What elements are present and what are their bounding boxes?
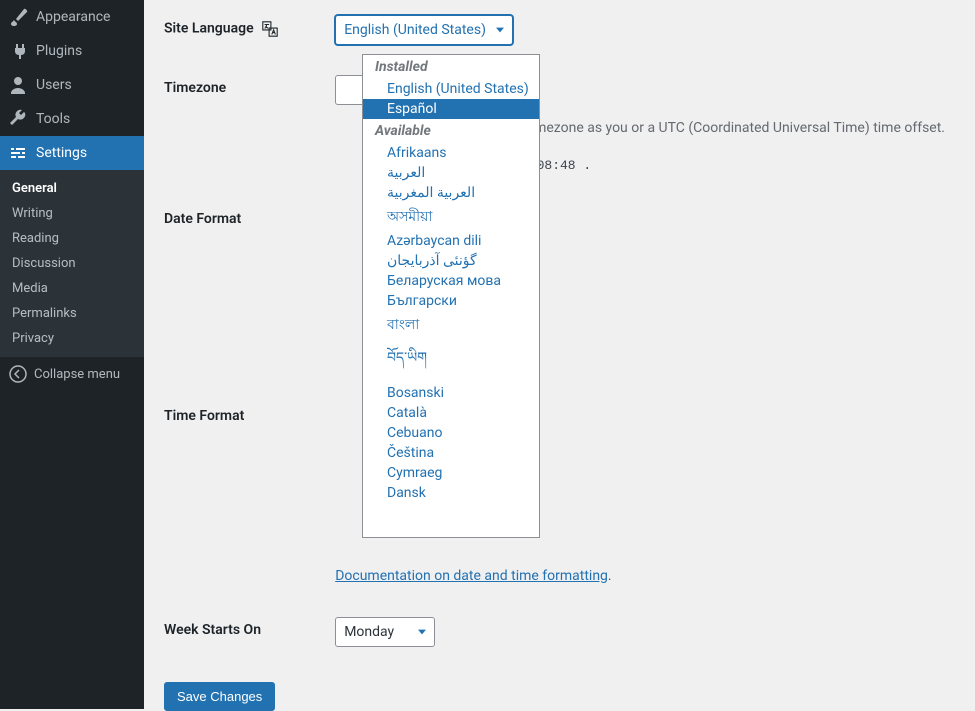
site-language-listbox-scroll[interactable]: InstalledEnglish (United States)EspañolA… [363, 55, 539, 537]
language-option[interactable]: অসমীয়া [363, 203, 539, 231]
language-option[interactable]: Cymraeg [363, 463, 539, 483]
language-option[interactable]: བོད་ཡིག [363, 339, 539, 383]
language-option[interactable]: العربية المغربية [363, 183, 539, 203]
settings-submenu: GeneralWritingReadingDiscussionMediaPerm… [0, 170, 144, 357]
collapse-label: Collapse menu [34, 367, 120, 382]
language-option[interactable]: Azərbaycan dili [363, 231, 539, 251]
sidebar-item-plugins[interactable]: Plugins [0, 34, 144, 68]
label-timezone: Timezone [164, 80, 226, 96]
translate-icon [261, 20, 279, 38]
language-optgroup: Installed [363, 55, 539, 79]
label-date-format: Date Format [164, 211, 241, 227]
date-time-docs-link[interactable]: Documentation on date and time formattin… [335, 568, 608, 584]
language-option[interactable]: বাংলা [363, 311, 539, 339]
language-option[interactable]: Cebuano [363, 423, 539, 443]
language-option[interactable]: العربية [363, 163, 539, 183]
collapse-icon [8, 364, 28, 384]
sidebar-item-settings[interactable]: Settings [0, 136, 144, 170]
collapse-menu[interactable]: Collapse menu [0, 357, 144, 391]
language-option[interactable]: Español [363, 99, 539, 119]
submenu-item[interactable]: Reading [0, 226, 144, 251]
label-time-format: Time Format [164, 408, 244, 424]
sidebar-item-label: Settings [36, 145, 87, 161]
sidebar-item-tools[interactable]: Tools [0, 102, 144, 136]
plug-icon [8, 41, 28, 61]
language-option[interactable]: Afrikaans [363, 143, 539, 163]
week-starts-select[interactable]: Monday [335, 617, 435, 647]
wrench-icon [8, 109, 28, 129]
language-option[interactable]: Čeština [363, 443, 539, 463]
sidebar-item-users[interactable]: Users [0, 68, 144, 102]
language-optgroup: Available [363, 119, 539, 143]
language-option[interactable]: Bosanski [363, 383, 539, 403]
label-site-language: Site Language [164, 0, 325, 60]
sidebar-item-label: Users [36, 77, 72, 93]
submenu-item[interactable]: Privacy [0, 326, 144, 351]
language-option[interactable]: English (United States) [363, 79, 539, 99]
brush-icon [8, 7, 28, 27]
sidebar-item-label: Plugins [36, 43, 82, 59]
site-language-listbox[interactable]: InstalledEnglish (United States)EspañolA… [362, 54, 540, 538]
language-option[interactable]: Беларуская мова [363, 271, 539, 291]
sidebar-item-label: Tools [36, 111, 70, 127]
submenu-item[interactable]: General [0, 176, 144, 201]
language-option[interactable]: گؤنئی آذربایجان [363, 251, 539, 271]
submenu-item[interactable]: Permalinks [0, 301, 144, 326]
save-changes-button[interactable]: Save Changes [164, 682, 275, 711]
sliders-icon [8, 143, 28, 163]
settings-general-form: Site Language English (United States) Ti… [144, 0, 975, 709]
week-starts-value: Monday [344, 622, 394, 643]
admin-sidebar: Appearance Plugins Users Tools Settings … [0, 0, 144, 709]
site-language-select[interactable]: English (United States) [335, 15, 513, 45]
chevron-down-icon [414, 624, 430, 640]
label-week-starts: Week Starts On [164, 622, 261, 638]
sidebar-item-appearance[interactable]: Appearance [0, 0, 144, 34]
submenu-item[interactable]: Discussion [0, 251, 144, 276]
chevron-down-icon [492, 22, 508, 38]
language-option[interactable]: Български [363, 291, 539, 311]
submenu-item[interactable]: Media [0, 276, 144, 301]
selected-language: English (United States) [344, 20, 486, 41]
submenu-item[interactable]: Writing [0, 201, 144, 226]
language-option[interactable]: Català [363, 403, 539, 423]
sidebar-item-label: Appearance [36, 9, 110, 25]
user-icon [8, 75, 28, 95]
language-option[interactable]: Dansk [363, 483, 539, 503]
